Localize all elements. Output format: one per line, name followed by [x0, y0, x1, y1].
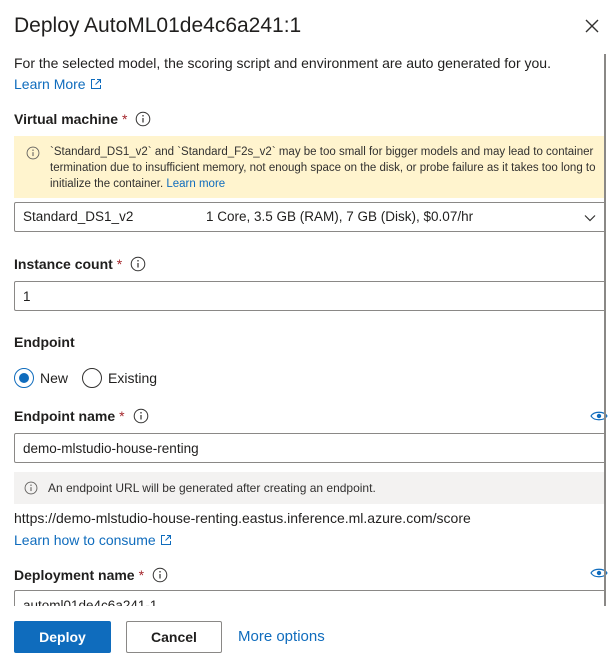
deploy-button[interactable]: Deploy	[14, 621, 111, 653]
info-icon[interactable]	[135, 111, 151, 127]
panel-title: Deploy AutoML01de4c6a241:1	[14, 14, 302, 37]
chevron-down-icon	[584, 215, 596, 222]
endpoint-url-note-text: An endpoint URL will be generated after …	[48, 481, 376, 495]
required-marker: *	[122, 111, 128, 127]
learn-more-link[interactable]: Learn More	[14, 76, 102, 92]
learn-how-to-consume-link[interactable]: Learn how to consume	[14, 532, 172, 548]
radio-indicator	[82, 368, 103, 388]
radio-new[interactable]: New	[14, 368, 68, 388]
required-marker: *	[138, 567, 145, 583]
info-icon[interactable]	[152, 567, 168, 583]
vm-label-row: Virtual machine *	[14, 111, 151, 127]
required-marker: *	[119, 408, 125, 424]
endpoint-radio-group: New Existing	[14, 368, 157, 388]
endpoint-name-label: Endpoint name	[14, 408, 116, 424]
endpoint-name-label-row: Endpoint name *	[14, 408, 149, 424]
instance-count-input[interactable]: 1	[14, 281, 606, 311]
cancel-button[interactable]: Cancel	[126, 621, 222, 653]
close-icon	[585, 19, 599, 33]
instance-label-row: Instance count *	[14, 256, 146, 272]
deployment-name-input[interactable]: automl01de4c6a241-1	[14, 590, 606, 606]
learn-how-to-consume-label: Learn how to consume	[14, 532, 156, 548]
learn-more-label: Learn More	[14, 76, 86, 92]
info-icon	[24, 481, 38, 495]
radio-existing-label: Existing	[108, 370, 158, 386]
endpoint-url: https://demo-mlstudio-house-renting.east…	[14, 510, 471, 526]
intro-text: For the selected model, the scoring scri…	[14, 55, 551, 71]
more-options-link[interactable]: More options	[238, 628, 325, 645]
endpoint-label: Endpoint	[14, 334, 75, 350]
info-icon[interactable]	[130, 256, 146, 272]
vm-label: Virtual machine	[14, 111, 119, 127]
panel-body[interactable]: For the selected model, the scoring scri…	[0, 50, 616, 606]
deployment-name-label: Deployment name	[14, 567, 135, 583]
required-marker: *	[116, 256, 123, 272]
endpoint-name-input[interactable]: demo-mlstudio-house-renting	[14, 433, 606, 463]
vm-selected-spec: 1 Core, 3.5 GB (RAM), 7 GB (Disk), $0.07…	[206, 209, 474, 224]
radio-new-label: New	[40, 370, 69, 386]
info-icon[interactable]	[133, 408, 149, 424]
radio-selected-indicator	[14, 368, 34, 388]
external-link-icon	[90, 79, 101, 89]
deployment-name-label-row: Deployment name *	[14, 567, 168, 583]
vm-select[interactable]: Standard_DS1_v2 1 Core, 3.5 GB (RAM), 7 …	[14, 202, 606, 232]
instance-label: Instance count	[14, 256, 113, 272]
scrollbar[interactable]	[604, 54, 606, 614]
close-button[interactable]	[580, 14, 604, 38]
panel-footer: Deploy Cancel More options	[0, 606, 616, 668]
vm-warning-link[interactable]: Learn more	[166, 178, 225, 190]
vm-warning-text: `Standard_DS1_v2` and `Standard_F2s_v2` …	[50, 144, 596, 192]
endpoint-url-note: An endpoint URL will be generated after …	[14, 472, 606, 504]
vm-selected-name: Standard_DS1_v2	[23, 209, 134, 224]
info-icon	[26, 146, 40, 160]
vm-warning-box: `Standard_DS1_v2` and `Standard_F2s_v2` …	[14, 136, 604, 198]
radio-existing[interactable]: Existing	[82, 368, 157, 388]
external-link-icon	[160, 535, 171, 545]
vm-warning-message: `Standard_DS1_v2` and `Standard_F2s_v2` …	[50, 146, 596, 190]
